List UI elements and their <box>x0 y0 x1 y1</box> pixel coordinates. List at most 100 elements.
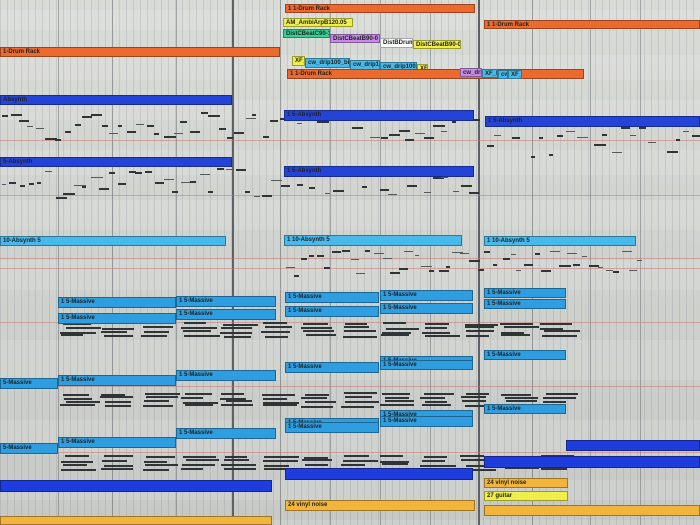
clip-dist-beat-1[interactable]: DistCBeatC90-1 <box>283 29 330 38</box>
midi-note <box>465 330 495 333</box>
midi-note <box>220 463 257 466</box>
clip-bottom-2[interactable] <box>484 505 700 516</box>
clip-massive-b3[interactable]: 1 5-Massive <box>285 306 379 317</box>
clip-absynth-3[interactable]: 1 5-Absynth <box>284 166 474 177</box>
midi-note <box>102 460 127 463</box>
midi-note <box>620 127 631 129</box>
clip-massive-e3[interactable]: 1 5-Massive <box>285 422 379 433</box>
midi-note <box>385 327 420 330</box>
midi-note <box>28 182 34 185</box>
grid-line <box>196 0 197 525</box>
clip-absynth10-2[interactable]: 1 10-Absynth 5 <box>484 236 636 246</box>
clip-massive-e1[interactable]: 1 5-Massive <box>58 437 176 448</box>
clip-absynth-2[interactable]: 1 5-Absynth <box>485 116 700 127</box>
clip-absynth-track[interactable]: Absynth <box>0 95 232 105</box>
midi-note <box>441 130 447 132</box>
clip-bass-4[interactable] <box>566 440 700 451</box>
clip-xf-loop-1[interactable]: XF_Loo <box>292 56 305 66</box>
clip-guitar[interactable]: 27 guitar <box>484 491 568 501</box>
midi-note <box>344 396 373 399</box>
clip-cw-drip-4[interactable]: cw_drip <box>460 68 482 77</box>
clip-dist-drums[interactable]: DistBDrums <box>380 38 413 48</box>
midi-note <box>501 393 532 396</box>
midi-note <box>10 114 22 117</box>
clip-vinyl-noise-1[interactable]: 24 vinyl noise <box>285 500 475 511</box>
clip-label: 1 10-Absynth 5 <box>287 237 330 243</box>
midi-note <box>541 269 552 272</box>
clip-dist-beat-3[interactable]: DistCBeatB90-0 <box>413 40 461 49</box>
clip-label: 1 5-Massive <box>61 315 95 321</box>
clip-bass-3[interactable] <box>484 456 700 468</box>
midi-note <box>145 396 179 399</box>
grid-line <box>217 0 218 525</box>
midi-note <box>263 135 269 138</box>
midi-note <box>105 405 131 408</box>
midi-note <box>545 392 578 395</box>
clip-massive-e0[interactable]: 5-Massive <box>0 443 58 454</box>
midi-note <box>265 335 288 338</box>
clip-absynth10-1[interactable]: 1 10-Absynth 5 <box>284 235 462 246</box>
clip-massive-a5[interactable]: 1 5-Massive <box>484 288 566 298</box>
midi-note <box>127 131 137 134</box>
midi-note <box>343 459 379 462</box>
clip-label: 1 5-Massive <box>383 418 417 424</box>
clip-drum-rack-3[interactable]: 1 1-Drum Rack <box>287 69 584 79</box>
midi-note <box>65 455 89 458</box>
clip-absynth10-track[interactable]: 10-Absynth 5 <box>0 236 226 246</box>
clip-absynth-1[interactable]: 1 5-Absynth <box>284 110 474 121</box>
clip-label: DistCBeatB90-0 <box>333 36 379 42</box>
clip-drum-rack-2[interactable]: 1 1-Drum Rack <box>484 20 700 29</box>
midi-note <box>190 131 201 134</box>
clip-drum-rack-track[interactable]: 1-Drum Rack <box>0 47 280 57</box>
clip-bass-2[interactable] <box>285 468 473 480</box>
clip-label: 1 5-Absynth <box>488 118 523 124</box>
clip-cw-drip-1[interactable]: cw_drip100_bit <box>305 58 350 68</box>
arrangement-view[interactable]: 1 1-Drum Rack 1 1-Drum Rack 1-Drum Rack AM_… <box>0 0 700 525</box>
clip-bottom-1[interactable] <box>0 516 272 525</box>
clip-massive-d5[interactable]: 1 5-Massive <box>484 404 566 414</box>
clip-label: 1 5-Massive <box>288 424 322 430</box>
midi-note <box>352 127 364 130</box>
clip-massive-b2[interactable]: 1 5-Massive <box>176 309 276 320</box>
lane-divider <box>0 195 700 196</box>
clip-label: 1 5-Massive <box>179 372 213 378</box>
clip-massive-a1[interactable]: 1 5-Massive <box>58 297 176 308</box>
clip-drum-rack-1[interactable]: 1 1-Drum Rack <box>285 4 475 13</box>
midi-note <box>534 252 541 255</box>
midi-note <box>428 269 434 272</box>
clip-massive-d4b[interactable]: 1 5-Massive <box>380 360 473 370</box>
clip-massive-c3[interactable]: 1 5-Massive <box>285 362 379 373</box>
clip-massive-a2[interactable]: 1 5-Massive <box>176 296 276 307</box>
clip-massive-c5[interactable]: 1 5-Massive <box>484 350 566 360</box>
clip-absynth-track-2[interactable]: 5-Absynth <box>0 157 232 167</box>
clip-massive-d2[interactable]: 1 5-Massive <box>176 370 276 381</box>
clip-dist-beat-2[interactable]: DistCBeatB90-0 <box>330 34 380 43</box>
clip-massive-d0[interactable]: 5-Massive <box>0 378 58 389</box>
midi-note <box>305 393 330 396</box>
midi-note <box>101 393 125 396</box>
midi-note <box>62 464 87 467</box>
clip-massive-b5[interactable]: 1 5-Massive <box>484 299 566 309</box>
midi-note <box>182 330 212 333</box>
midi-note <box>271 179 282 181</box>
midi-note <box>286 266 295 268</box>
clip-vinyl-noise-2[interactable]: 24 vinyl noise <box>484 478 568 488</box>
clip-cw-5[interactable]: cw <box>498 70 508 79</box>
clip-xf-loop-4[interactable]: XF_Loo <box>508 70 522 79</box>
clip-massive-a4[interactable]: 1 5-Massive <box>380 290 473 301</box>
clip-massive-a3[interactable]: 1 5-Massive <box>285 292 379 303</box>
clip-massive-e2[interactable]: 1 5-Massive <box>176 428 276 439</box>
midi-note <box>317 121 329 124</box>
clip-label: 1 5-Massive <box>288 294 322 300</box>
midi-note <box>581 255 587 257</box>
clip-massive-d1[interactable]: 1 5-Massive <box>58 375 176 386</box>
clip-bass-1[interactable] <box>0 480 272 492</box>
clip-massive-b4[interactable]: 1 5-Massive <box>380 303 473 314</box>
midi-note <box>64 130 71 133</box>
clip-ambi-arp[interactable]: AM_AmbiArpB120.05 <box>283 18 353 27</box>
clip-massive-e4[interactable]: 1 5-Massive <box>380 416 473 427</box>
midi-note <box>263 322 287 325</box>
clip-massive-b1[interactable]: 1 5-Massive <box>58 313 176 324</box>
clip-xf-loop-3[interactable]: XF_Loo <box>482 69 498 78</box>
midi-note <box>144 171 153 174</box>
